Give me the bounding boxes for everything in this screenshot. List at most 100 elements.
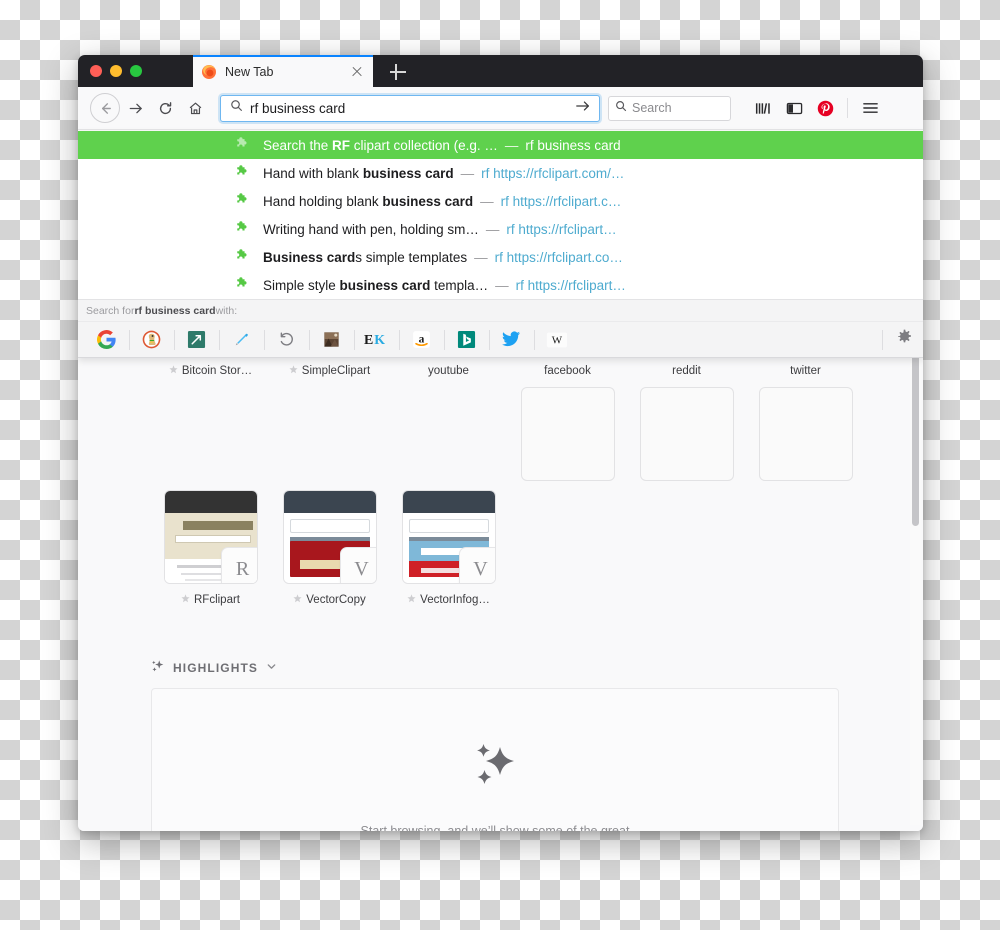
top-site-tile[interactable]: reddit: [627, 360, 746, 481]
suggestion-row[interactable]: Business cards simple templates — rf htt…: [78, 243, 923, 271]
toolbar-right-actions: [749, 94, 884, 122]
reload-icon[interactable]: [150, 93, 180, 123]
top-site-tile[interactable]: R RFclipart: [151, 485, 270, 611]
top-site-thumbnail[interactable]: R: [163, 490, 258, 584]
url-bar[interactable]: rf business card: [220, 94, 600, 122]
top-site-tile[interactable]: Bitcoin Stor…: [151, 360, 270, 481]
shutterstock-icon[interactable]: [174, 322, 219, 358]
twitter-icon[interactable]: [489, 322, 534, 358]
highlights-empty-text: Start browsing, and we’ll show some of t…: [342, 822, 648, 831]
sidebar-icon[interactable]: [780, 94, 808, 122]
minimize-window-button[interactable]: [110, 65, 122, 77]
pinterest-icon[interactable]: [811, 94, 839, 122]
undo-arrow-icon[interactable]: [264, 322, 309, 358]
photo-icon[interactable]: [309, 322, 354, 358]
suggestion-bold: business card: [339, 277, 431, 293]
svg-text:W: W: [551, 334, 562, 346]
highlights-empty-state: Start browsing, and we’ll show some of t…: [151, 688, 839, 831]
top-site-tile[interactable]: SimpleClipart: [270, 360, 389, 481]
suggestion-pre: Search the: [263, 137, 333, 153]
search-with-label: Search for rf business card with:: [78, 299, 923, 321]
sparkle-icon: [151, 659, 165, 676]
hamburger-menu-icon[interactable]: [856, 94, 884, 122]
puzzle-piece-icon: [235, 248, 251, 266]
suggestion-pre: Hand with blank: [263, 165, 363, 181]
puzzle-piece-icon: [235, 136, 251, 154]
browser-tab[interactable]: New Tab: [193, 55, 373, 87]
top-site-label-wrapper: SimpleClipart: [270, 360, 389, 382]
search-input-placeholder[interactable]: Search: [632, 101, 672, 115]
search-icon: [615, 99, 627, 117]
zoom-window-button[interactable]: [130, 65, 142, 77]
top-site-label: VectorCopy: [306, 594, 366, 606]
top-site-label: reddit: [672, 365, 701, 377]
suggestion-bold: business card: [382, 193, 474, 209]
forward-arrow-icon[interactable]: [120, 93, 150, 123]
top-site-label-wrapper: facebook: [508, 360, 627, 382]
amazon-icon[interactable]: a: [399, 322, 444, 358]
suggestion-row[interactable]: Search the RF clipart collection (e.g. ……: [78, 131, 923, 159]
top-site-label-wrapper: VectorInfog…: [389, 589, 508, 611]
suggestion-dash: —: [495, 277, 509, 293]
puzzle-piece-icon: [235, 164, 251, 182]
top-site-thumbnail[interactable]: [520, 387, 615, 481]
pen-icon[interactable]: [219, 322, 264, 358]
back-arrow-icon[interactable]: [90, 93, 120, 123]
top-site-tile[interactable]: twitter: [746, 360, 865, 481]
site-initial-badge: R: [220, 547, 257, 583]
top-site-label: facebook: [544, 365, 591, 377]
top-site-label-wrapper: youtube: [389, 360, 508, 382]
suggestion-row[interactable]: Hand holding blank business card — rf ht…: [78, 187, 923, 215]
suggestion-row[interactable]: Simple style business card templa… — rf …: [78, 271, 923, 299]
library-icon[interactable]: [749, 94, 777, 122]
wikipedia-icon[interactable]: W: [534, 322, 579, 358]
window-titlebar: New Tab: [78, 55, 923, 87]
close-icon[interactable]: [349, 64, 365, 80]
top-site-thumbnail[interactable]: [639, 387, 734, 481]
top-site-label: youtube: [428, 365, 469, 377]
search-with-pre: Search for: [86, 304, 135, 317]
suggestion-dash: —: [460, 165, 475, 181]
suggestion-dash: —: [504, 137, 519, 153]
top-site-label: twitter: [790, 365, 821, 377]
puzzle-piece-icon: [235, 276, 251, 294]
top-site-tile[interactable]: V VectorCopy: [270, 485, 389, 611]
top-site-tile[interactable]: V VectorInfog…: [389, 485, 508, 611]
suggestion-url: rf https://rfclipart…: [506, 221, 617, 237]
toolbar-divider: [847, 98, 848, 118]
highlights-header[interactable]: HIGHLIGHTS: [151, 659, 912, 676]
top-site-thumbnail[interactable]: V: [401, 490, 496, 584]
top-site-thumbnail[interactable]: V: [282, 490, 377, 584]
bing-icon[interactable]: [444, 322, 489, 358]
url-input-value[interactable]: rf business card: [250, 101, 575, 116]
top-site-tile[interactable]: youtube: [389, 360, 508, 481]
top-site-label: Bitcoin Stor…: [181, 365, 253, 377]
chevron-down-icon[interactable]: [266, 661, 277, 675]
suggestion-dash: —: [480, 193, 494, 209]
gear-icon: [896, 329, 913, 351]
suggestion-url: rf https://rfclipart…: [515, 277, 626, 293]
top-sites-row-2: R RFclipart V VectorCopy V VectorInfog…: [78, 485, 912, 611]
close-window-button[interactable]: [90, 65, 102, 77]
top-site-tile[interactable]: facebook: [508, 360, 627, 481]
search-engines-row: E K a W: [78, 321, 923, 357]
browser-window: New Tab rf business card Search Bitcoin …: [78, 55, 923, 831]
star-icon: [293, 594, 302, 606]
search-settings-button[interactable]: [882, 322, 913, 358]
go-arrow-icon[interactable]: [575, 99, 591, 118]
top-site-thumbnail[interactable]: [758, 387, 853, 481]
new-tab-button[interactable]: [388, 62, 408, 82]
suggestion-bold: Business card: [263, 249, 356, 265]
search-bar[interactable]: Search: [608, 95, 731, 121]
suggestion-row[interactable]: Hand with blank business card — rf https…: [78, 159, 923, 187]
ek-icon[interactable]: E K: [354, 322, 399, 358]
suggestion-text: Hand with blank business card: [263, 166, 454, 181]
navigation-toolbar: rf business card Search: [78, 87, 923, 130]
suggestion-row[interactable]: Writing hand with pen, holding sm… — rf …: [78, 215, 923, 243]
star-icon: [407, 594, 416, 606]
google-icon[interactable]: [84, 322, 129, 358]
top-site-label-wrapper: reddit: [627, 360, 746, 382]
duckduckgo-icon[interactable]: [129, 322, 174, 358]
home-icon[interactable]: [180, 93, 210, 123]
firefox-icon: [201, 64, 217, 80]
